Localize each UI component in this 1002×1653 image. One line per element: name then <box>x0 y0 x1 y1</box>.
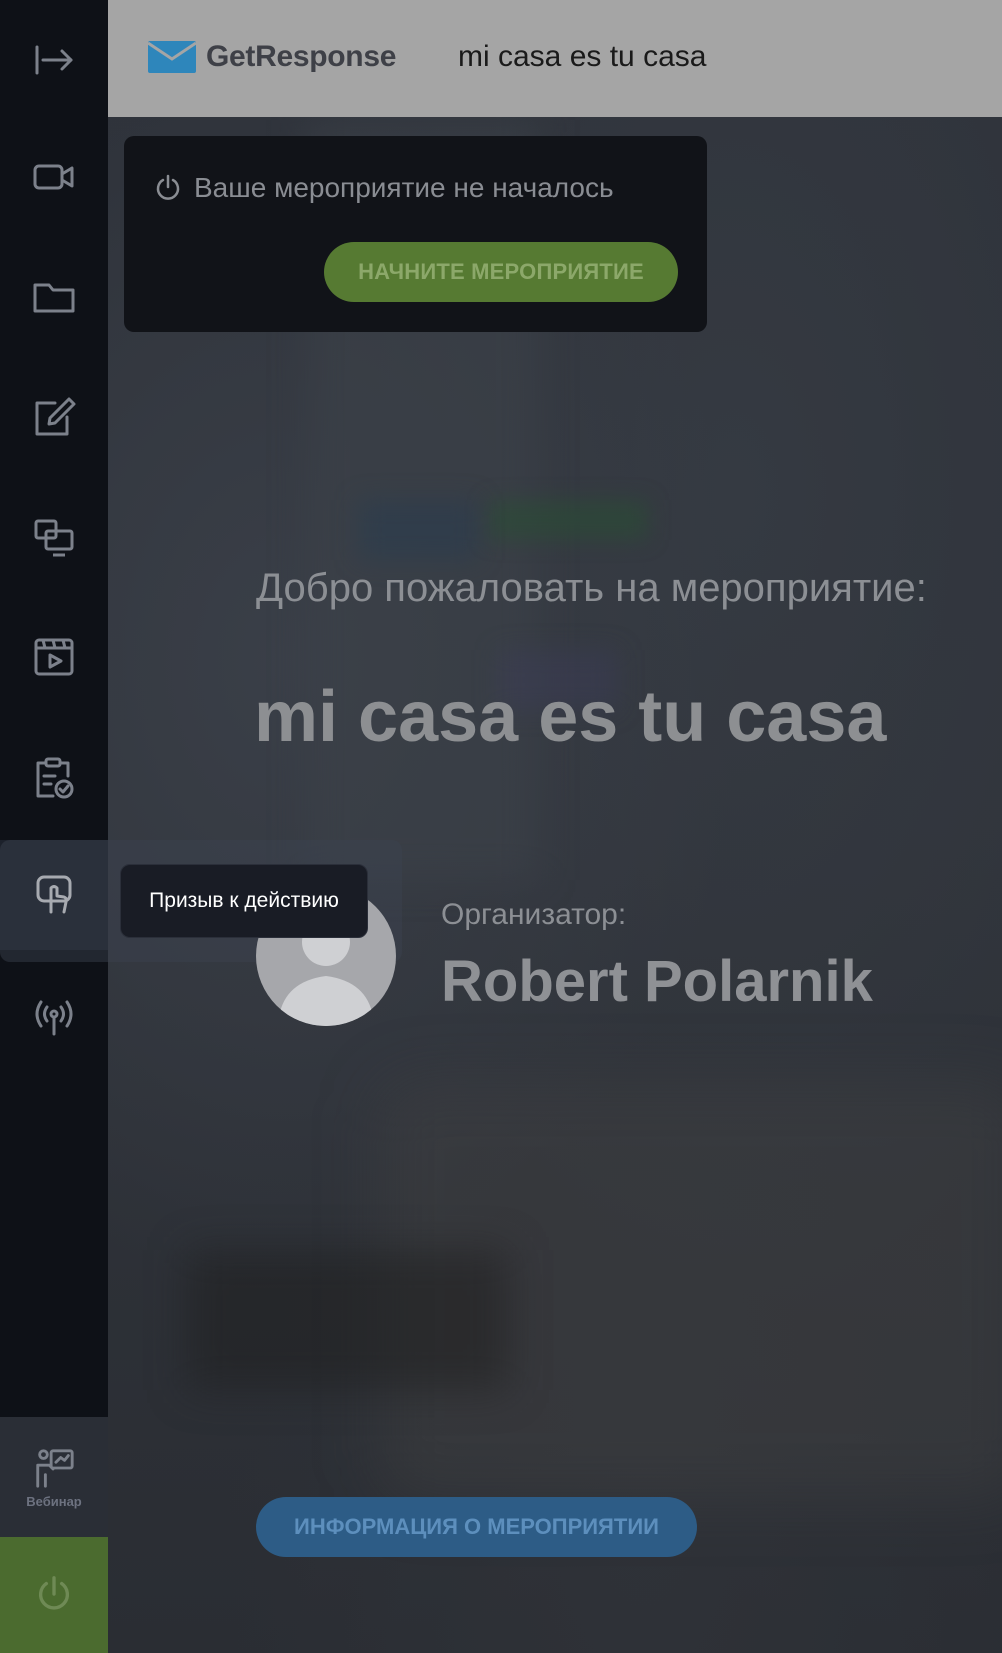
event-status: Ваше мероприятие не началось <box>154 172 614 204</box>
logo-text: GetResponse <box>206 40 397 73</box>
organizer-label: Организатор: <box>441 898 627 931</box>
welcome-heading: Добро пожаловать на мероприятие: <box>256 566 927 610</box>
organizer-name: Robert Polarnik <box>441 949 873 1014</box>
envelope-logo-icon <box>148 41 196 73</box>
sidebar-item-surveys[interactable] <box>0 722 108 832</box>
call-to-action-tooltip: Призыв к действию <box>120 864 368 938</box>
clipboard-check-icon <box>36 757 74 799</box>
power-button[interactable] <box>0 1537 108 1653</box>
webinar-presenter-icon <box>36 1448 74 1488</box>
media-player-icon <box>34 638 74 676</box>
video-camera-icon <box>33 164 74 190</box>
power-status-icon <box>156 174 180 200</box>
sidebar-item-video[interactable] <box>0 122 108 232</box>
getresponse-logo: GetResponse <box>148 40 396 74</box>
header-event-title: mi casa es tu casa <box>458 40 707 73</box>
event-status-text: Ваше мероприятие не началось <box>194 172 614 203</box>
sidebar: Вебинар <box>0 0 108 1653</box>
broadcast-icon <box>35 1000 73 1036</box>
sidebar-item-files[interactable] <box>0 242 108 352</box>
sidebar-item-screen-share[interactable] <box>0 482 108 592</box>
collapse-sidebar-button[interactable] <box>0 5 108 115</box>
event-info-button[interactable]: ИНФОРМАЦИЯ О МЕРОПРИЯТИИ <box>256 1497 697 1557</box>
webinar-mode-button[interactable]: Вебинар <box>0 1417 108 1537</box>
sidebar-item-edit[interactable] <box>0 362 108 472</box>
power-icon <box>38 1576 70 1610</box>
edit-icon <box>35 397 76 436</box>
folder-icon <box>33 283 75 313</box>
start-event-button[interactable]: НАЧНИТЕ МЕРОПРИЯТИЕ <box>324 242 678 302</box>
screen-share-icon <box>34 519 74 557</box>
collapse-arrow-icon <box>35 45 73 75</box>
event-title: mi casa es tu casa <box>254 677 887 757</box>
header-bar: GetResponse mi casa es tu casa <box>108 0 1002 117</box>
sidebar-item-broadcast[interactable] <box>0 962 108 1072</box>
sidebar-item-media[interactable] <box>0 602 108 712</box>
webinar-label: Вебинар <box>26 1493 82 1509</box>
event-status-panel: Ваше мероприятие не началось НАЧНИТЕ МЕР… <box>124 136 707 332</box>
